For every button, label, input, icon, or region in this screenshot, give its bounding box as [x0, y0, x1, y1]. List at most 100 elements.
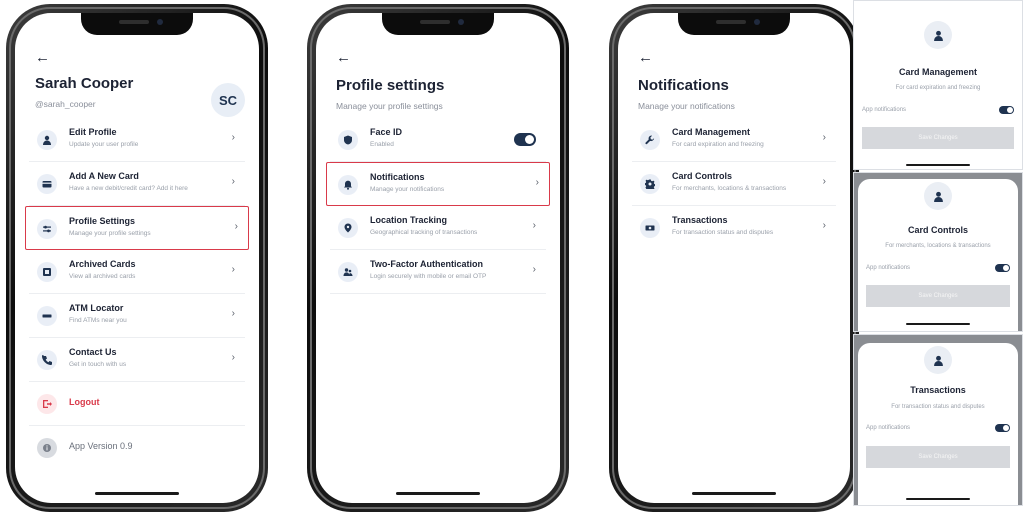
phone-notifications: ← Notifications Manage your notification… — [609, 4, 859, 512]
notifications-menu: Card Management For card expiration and … — [618, 118, 850, 250]
menu-item-notifications[interactable]: Notifications Manage your notifications … — [326, 162, 550, 206]
menu-item-archived-cards[interactable]: Archived Cards View all archived cards › — [29, 250, 245, 294]
home-indicator — [906, 323, 970, 325]
phone-icon — [37, 350, 57, 370]
menu-item-title: Location Tracking — [370, 215, 448, 225]
menu-item-contact-us[interactable]: Contact Us Get in touch with us › — [29, 338, 245, 382]
avatar[interactable]: SC — [211, 83, 245, 117]
page-subtitle: Manage your profile settings — [336, 101, 443, 111]
menu-item-title: Notifications — [370, 172, 425, 182]
logout-icon — [37, 394, 57, 414]
sliders-icon — [37, 219, 57, 239]
menu-item-subtitle: Get in touch with us — [69, 361, 127, 368]
page-title: Notifications — [638, 77, 729, 94]
sheet-subtitle: For transaction status and disputes — [891, 404, 985, 410]
menu-item-subtitle: View all archived cards — [69, 273, 136, 280]
user-icon — [924, 346, 952, 374]
user-icon — [924, 21, 952, 49]
menu-item-title: Card Controls — [672, 171, 733, 181]
profile-settings-screen: ← Profile settings Manage your profile s… — [316, 13, 560, 503]
home-indicator — [396, 492, 480, 495]
app-version-label: App Version 0.9 — [69, 441, 133, 451]
back-button[interactable]: ← — [35, 50, 50, 65]
info-icon — [37, 438, 57, 458]
chevron-right-icon: › — [822, 220, 826, 231]
menu-item-subtitle: Manage your profile settings — [69, 230, 151, 237]
menu-item-add-card[interactable]: Add A New Card Have a new debit/credit c… — [29, 162, 245, 206]
app-notifications-toggle[interactable] — [999, 106, 1014, 114]
app-version: App Version 0.9 — [29, 426, 245, 470]
atm-icon — [37, 306, 57, 326]
menu-item-subtitle: Find ATMs near you — [69, 317, 127, 324]
transactions-sheet: Transactions For transaction status and … — [853, 334, 1023, 506]
menu-item-transactions[interactable]: Transactions For transaction status and … — [632, 206, 836, 250]
sheet-title: Card Controls — [907, 225, 968, 235]
chevron-right-icon: › — [231, 352, 235, 363]
save-changes-button[interactable]: Save Changes — [866, 446, 1010, 468]
logout-button[interactable]: Logout — [29, 382, 245, 426]
menu-item-subtitle: Have a new debit/credit card? Add it her… — [69, 185, 188, 192]
menu-item-subtitle: For transaction status and disputes — [672, 229, 774, 236]
card-icon — [37, 174, 57, 194]
back-button[interactable]: ← — [336, 50, 351, 65]
back-button[interactable]: ← — [638, 50, 653, 65]
menu-item-title: Contact Us — [69, 347, 117, 357]
chevron-right-icon: › — [231, 264, 235, 275]
app-notifications-toggle[interactable] — [995, 424, 1010, 432]
menu-item-subtitle: Manage your notifications — [370, 186, 445, 193]
wrench-icon — [640, 130, 660, 150]
menu-item-atm-locator[interactable]: ATM Locator Find ATMs near you › — [29, 294, 245, 338]
user-icon — [37, 130, 57, 150]
home-indicator — [906, 498, 970, 500]
save-changes-button[interactable]: Save Changes — [862, 127, 1014, 149]
profile-menu: Edit Profile Update your user profile › … — [15, 118, 259, 470]
menu-item-title: Archived Cards — [69, 259, 136, 269]
app-notifications-label: App notifications — [862, 107, 907, 113]
menu-item-two-factor[interactable]: Two-Factor Authentication Login securely… — [330, 250, 546, 294]
menu-item-card-management[interactable]: Card Management For card expiration and … — [632, 118, 836, 162]
shield-icon — [338, 130, 358, 150]
chevron-right-icon: › — [234, 221, 238, 232]
sheet-title: Card Management — [898, 67, 978, 77]
menu-item-subtitle: For card expiration and freezing — [672, 141, 764, 148]
chevron-right-icon: › — [532, 264, 536, 275]
chevron-right-icon: › — [822, 176, 826, 187]
menu-item-title: ATM Locator — [69, 303, 124, 313]
menu-item-subtitle: Login securely with mobile or email OTP — [370, 273, 487, 280]
notifications-screen: ← Notifications Manage your notification… — [618, 13, 850, 503]
menu-item-face-id[interactable]: Face ID Enabled — [330, 118, 546, 162]
notch — [678, 13, 790, 35]
menu-item-subtitle: For merchants, locations & transactions — [672, 185, 787, 192]
menu-item-card-controls[interactable]: Card Controls For merchants, locations &… — [632, 162, 836, 206]
menu-item-subtitle: Enabled — [370, 141, 394, 148]
sheet-title: Transactions — [910, 385, 966, 395]
app-notifications-toggle[interactable] — [995, 264, 1010, 272]
phone-profile-settings: ← Profile settings Manage your profile s… — [307, 4, 569, 512]
menu-item-edit-profile[interactable]: Edit Profile Update your user profile › — [29, 118, 245, 162]
menu-item-subtitle: Geographical tracking of transactions — [370, 229, 478, 236]
face-id-toggle[interactable] — [514, 133, 536, 146]
menu-item-title: Card Management — [672, 127, 751, 137]
menu-item-title: Profile Settings — [69, 216, 136, 226]
home-indicator — [95, 492, 179, 495]
notch — [382, 13, 494, 35]
profile-handle: @sarah_cooper — [35, 99, 96, 109]
money-icon — [640, 218, 660, 238]
card-controls-sheet: Card Controls For merchants, locations &… — [853, 172, 1023, 332]
location-pin-icon — [338, 218, 358, 238]
menu-item-title: Two-Factor Authentication — [370, 259, 483, 269]
chevron-right-icon: › — [532, 220, 536, 231]
page-subtitle: Manage your notifications — [638, 101, 735, 111]
home-indicator — [692, 492, 776, 495]
app-notifications-label: App notifications — [866, 265, 911, 271]
menu-item-location-tracking[interactable]: Location Tracking Geographical tracking … — [330, 206, 546, 250]
chevron-right-icon: › — [231, 132, 235, 143]
menu-item-profile-settings[interactable]: Profile Settings Manage your profile set… — [25, 206, 249, 250]
menu-item-title: Face ID — [370, 127, 403, 137]
settings-menu: Face ID Enabled Notifications Manage you… — [316, 118, 560, 294]
users-icon — [338, 262, 358, 282]
menu-item-subtitle: Update your user profile — [69, 141, 139, 148]
save-changes-button[interactable]: Save Changes — [866, 285, 1010, 307]
chevron-right-icon: › — [231, 176, 235, 187]
user-icon — [924, 182, 952, 210]
